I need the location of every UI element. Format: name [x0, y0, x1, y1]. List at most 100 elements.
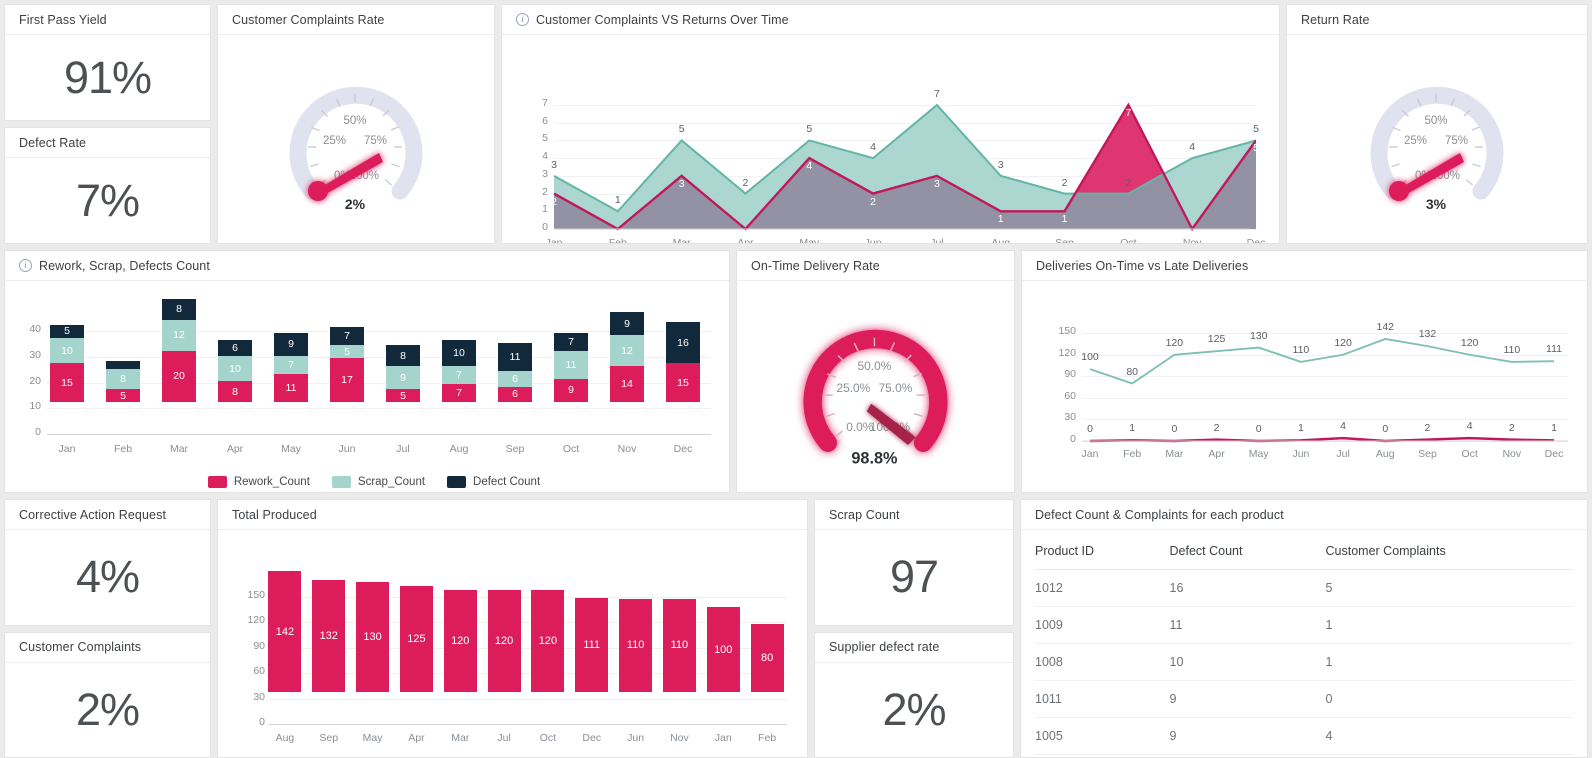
stacked-bar[interactable]: 11 7 9 [274, 332, 308, 402]
card-on-time-delivery-rate: On-Time Delivery Rate 50.0% 25.0% 75.0% … [736, 250, 1015, 493]
bar-value-label: 120 [538, 635, 558, 647]
card-body: 91% [5, 35, 210, 120]
bar[interactable]: 130 [356, 581, 390, 692]
gauge-svg: 50.0% 25.0% 75.0% 0.0% 100.0% 98.8% [803, 329, 948, 467]
table-column-header[interactable]: Customer Complaints [1325, 530, 1573, 570]
data-label: 0 [1382, 423, 1389, 435]
table-row[interactable]: 1005 9 4 [1035, 717, 1573, 755]
info-icon[interactable]: i [19, 259, 32, 272]
x-axis-label: Feb [608, 237, 627, 243]
bar[interactable]: 120 [443, 590, 477, 692]
bar-segment: 9 [274, 332, 308, 356]
data-label: 5 [1253, 142, 1259, 155]
table-column-header[interactable]: Defect Count [1169, 530, 1326, 570]
x-axis-label: Mar [672, 237, 691, 243]
table-row[interactable]: 1008 10 1 [1035, 643, 1573, 681]
card-header: Scrap Count [815, 500, 1013, 530]
data-label: 120 [1460, 336, 1479, 349]
dashboard-root: First Pass Yield 91% Defect Rate 7% Cust… [0, 0, 1592, 758]
legend-swatch [447, 476, 467, 488]
bar-segment: 5 [50, 324, 84, 338]
table-column-header[interactable]: Product ID [1035, 530, 1170, 570]
card-first-pass-yield: First Pass Yield 91% [4, 4, 211, 121]
gauge-tick-25: 25.0% [837, 380, 871, 394]
gridline [47, 408, 711, 410]
table-body: 101216510091111008101101190100594100282 [1035, 569, 1573, 757]
data-label: 7 [1125, 107, 1132, 119]
gauge-return-rate: 50% 25% 75% 0% 100% 3% [1287, 35, 1587, 243]
bar[interactable]: 142 [268, 571, 302, 692]
legend-item[interactable]: Rework_Count [207, 476, 310, 488]
area-series-svg [553, 102, 1256, 232]
stacked-bar[interactable]: 8 10 6 [218, 340, 252, 402]
table-cell: 16 [1169, 569, 1326, 607]
data-label: 1 [1129, 422, 1136, 435]
bar[interactable]: 132 [312, 579, 346, 692]
card-corrective-action-request: Corrective Action Request 4% [4, 499, 211, 626]
card-header: Corrective Action Request [5, 500, 210, 530]
gauge-tick-50: 50% [1424, 115, 1447, 127]
data-label: 2 [1125, 176, 1132, 189]
data-label: 2 [1508, 421, 1515, 434]
table-row[interactable]: 1009 11 1 [1035, 606, 1573, 644]
bar[interactable]: 110 [662, 598, 696, 692]
x-axis-label: Dec [582, 732, 602, 744]
stacked-bar[interactable]: 6 6 11 [498, 342, 532, 402]
bar[interactable]: 125 [399, 585, 433, 692]
bar[interactable]: 110 [619, 598, 653, 692]
stacked-bar[interactable]: 9 11 7 [554, 332, 588, 402]
scrap-count-value: 97 [889, 551, 939, 603]
table-row[interactable]: 1012 16 5 [1035, 569, 1573, 607]
stacked-bar[interactable]: 17 5 7 [330, 327, 364, 402]
bar-value-label: 110 [670, 639, 689, 652]
info-icon[interactable]: i [516, 13, 529, 26]
legend-item[interactable]: Defect Count [447, 476, 540, 488]
gauge-tick-25: 25% [323, 135, 346, 147]
stacked-bar[interactable]: 20 12 8 [162, 299, 196, 402]
bar-segment: 14 [610, 366, 644, 402]
x-axis-label: Sep [505, 443, 525, 455]
stacked-bar[interactable]: 7 7 10 [442, 340, 476, 402]
bar[interactable]: 120 [487, 590, 521, 692]
card-defect-rate: Defect Rate 7% [4, 127, 211, 244]
x-axis-label: Sep [1055, 237, 1074, 243]
data-label: 1 [1061, 213, 1068, 226]
defects-table: Product ID Defect Count Customer Complaint… [1035, 530, 1573, 757]
stacked-bar-plot: 0 10 20 30 40 15 10 5 Jan 5 8 Feb 20 12 8 Mar 8 10 6 Apr 11 7… [29, 299, 711, 488]
table-row[interactable]: 100282 [1035, 754, 1573, 757]
x-axis-label: Mar [451, 732, 470, 744]
stacked-bar[interactable]: 598 [386, 345, 420, 402]
data-label: 3 [933, 177, 940, 190]
bar[interactable]: 120 [531, 590, 565, 692]
table-header-row: Product ID Defect Count Customer Complaint… [1035, 530, 1573, 570]
table-row[interactable]: 1011 9 0 [1035, 680, 1573, 718]
legend-item[interactable]: Scrap_Count [331, 476, 425, 488]
x-axis-label: Mar [169, 443, 189, 455]
bar-segment: 17 [330, 358, 364, 402]
stacked-bar[interactable]: 14 12 9 [610, 312, 644, 402]
card-customer-complaints: Customer Complaints 2% [4, 631, 211, 758]
stacked-bar[interactable]: 15 16 [666, 322, 700, 402]
dashboard-row-2: i Rework, Scrap, Defects Count 0 10 20 30 40… [4, 250, 1588, 493]
bar-segment: 5 [330, 345, 364, 359]
x-axis-label: Dec [673, 443, 693, 455]
card-title-complaints-vs-returns: Customer Complaints VS Returns Over Time [536, 12, 789, 27]
card-title-complaints-rate: Customer Complaints Rate [232, 12, 385, 27]
stacked-bar[interactable]: 58 [106, 360, 140, 402]
bar[interactable]: 111 [575, 597, 609, 692]
data-label: 120 [1334, 336, 1352, 349]
table-cell: 9 [1169, 717, 1326, 755]
bar[interactable]: 100 [706, 607, 740, 692]
data-label: 2 [742, 176, 749, 189]
table-cell: 9 [1169, 680, 1326, 718]
stacked-bar[interactable]: 15 10 5 [50, 324, 84, 402]
bar[interactable]: 80 [750, 624, 784, 692]
x-axis-label: Jun [627, 732, 645, 744]
y-axis-tick: 0 [259, 716, 265, 728]
bar-segment: 7 [554, 332, 588, 351]
gauge-svg: 50% 25% 75% 0% 100% 2% [289, 86, 423, 212]
table-cell: 11 [1169, 606, 1326, 644]
bar-segment: 11 [274, 373, 308, 402]
card-body: 0 1 2 3 4 5 6 7 3 1 5 2 5 4 7 3 2 2 4 5 2 0 3 0 4 2 3 1 1 7 0 5 Jan Feb Ma… [502, 35, 1279, 243]
bar-segment: 12 [610, 335, 644, 366]
